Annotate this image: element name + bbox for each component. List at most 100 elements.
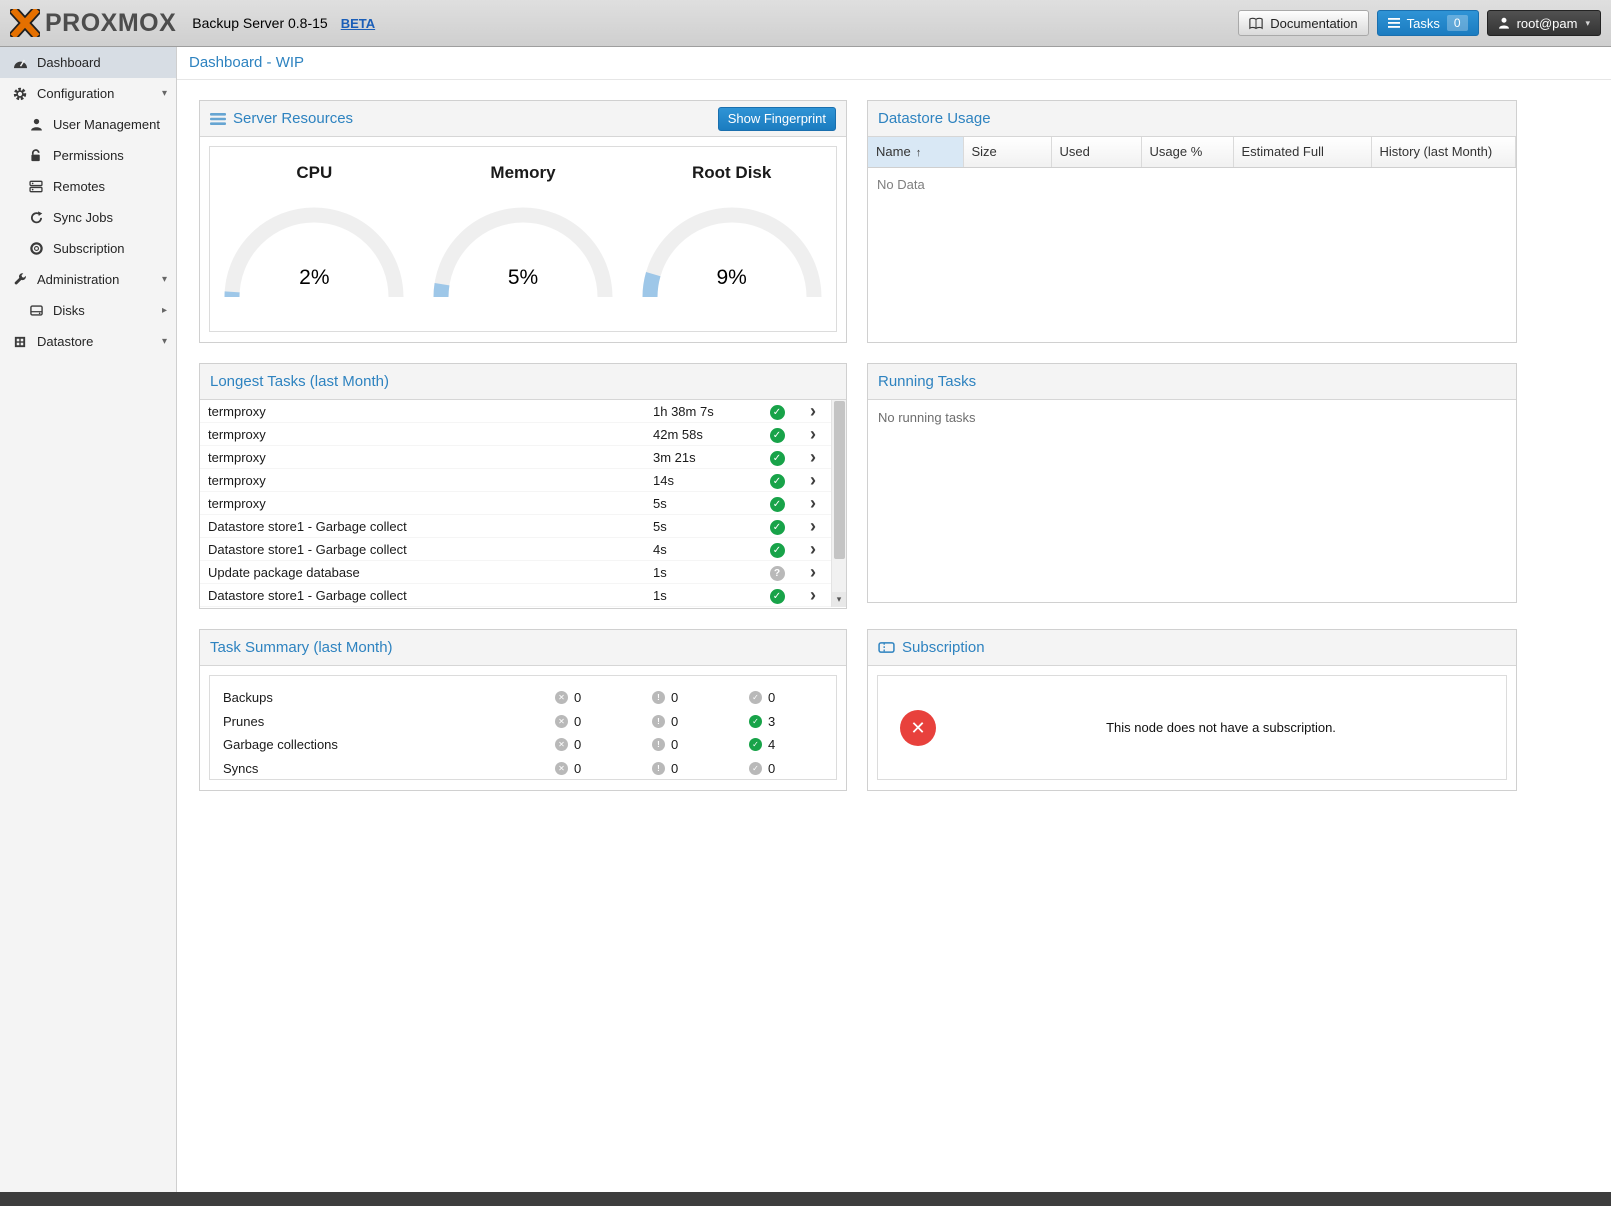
user-menu-button[interactable]: root@pam ▾ bbox=[1487, 10, 1601, 36]
task-row[interactable]: Datastore store1 - Garbage collect 1s ✓ … bbox=[200, 584, 831, 607]
gauge-arc: 9% bbox=[637, 201, 827, 303]
chevron-right-icon[interactable]: › bbox=[795, 540, 831, 558]
gauges-container: CPU 2% Memory bbox=[209, 146, 837, 332]
chevron-down-icon[interactable]: ▾ bbox=[162, 88, 167, 99]
error-icon: ✕ bbox=[555, 691, 568, 704]
sidebar-item-dashboard[interactable]: Dashboard bbox=[0, 47, 176, 78]
sidebar-item-label: Administration bbox=[37, 272, 153, 287]
datastore-usage-body: Name↑ Size Used Usage % Estimated Full H… bbox=[868, 137, 1516, 341]
sidebar-item-permissions[interactable]: Permissions bbox=[0, 140, 176, 171]
chevron-down-icon[interactable]: ▾ bbox=[162, 274, 167, 285]
column-header-estimated-full[interactable]: Estimated Full bbox=[1233, 137, 1371, 167]
sidebar-item-subscription[interactable]: Subscription bbox=[0, 233, 176, 264]
chevron-right-icon[interactable]: › bbox=[795, 471, 831, 489]
chevron-right-icon[interactable]: ▸ bbox=[162, 305, 167, 316]
sidebar-item-sync-jobs[interactable]: Sync Jobs bbox=[0, 202, 176, 233]
datastore-usage-table: Name↑ Size Used Usage % Estimated Full H… bbox=[868, 137, 1516, 168]
panel-title: Longest Tasks (last Month) bbox=[210, 373, 389, 390]
documentation-button[interactable]: Documentation bbox=[1238, 10, 1368, 36]
show-fingerprint-button[interactable]: Show Fingerprint bbox=[718, 107, 836, 131]
user-label: root@pam bbox=[1517, 16, 1578, 31]
ok-icon: ✓ bbox=[770, 543, 785, 558]
sidebar-item-user-management[interactable]: User Management bbox=[0, 109, 176, 140]
documentation-label: Documentation bbox=[1270, 16, 1357, 31]
summary-row[interactable]: Syncs ✕0 !0 ✓0 bbox=[223, 757, 836, 781]
task-row[interactable]: Datastore store1 - Garbage collect 5s ✓ … bbox=[200, 515, 831, 538]
sort-asc-icon: ↑ bbox=[916, 147, 922, 159]
task-duration: 1s bbox=[653, 588, 759, 603]
task-row[interactable]: termproxy 3m 21s ✓ › bbox=[200, 446, 831, 469]
task-name: termproxy bbox=[200, 450, 653, 465]
chevron-down-icon: ▾ bbox=[1585, 18, 1590, 29]
ok-icon: ✓ bbox=[770, 474, 785, 489]
column-header-usage-pct[interactable]: Usage % bbox=[1141, 137, 1233, 167]
task-row[interactable]: termproxy 5s ✓ › bbox=[200, 492, 831, 515]
ok-icon: ✓ bbox=[749, 715, 762, 728]
task-duration: 1h 38m 7s bbox=[653, 404, 759, 419]
panel-title: Running Tasks bbox=[878, 373, 976, 390]
sidebar-item-remotes[interactable]: Remotes bbox=[0, 171, 176, 202]
book-icon bbox=[1249, 17, 1263, 30]
sidebar-item-configuration[interactable]: Configuration ▾ bbox=[0, 78, 176, 109]
server-resources-header: Server Resources Show Fingerprint bbox=[200, 101, 846, 137]
proxmox-x-icon bbox=[10, 9, 40, 37]
summary-label: Garbage collections bbox=[223, 737, 555, 752]
panel-title: Task Summary (last Month) bbox=[210, 639, 393, 656]
task-row[interactable]: Datastore store1 - Garbage collect 4s ✓ … bbox=[200, 538, 831, 561]
error-count: 0 bbox=[574, 737, 581, 752]
chevron-right-icon[interactable]: › bbox=[795, 586, 831, 604]
task-row[interactable]: termproxy 42m 58s ✓ › bbox=[200, 423, 831, 446]
sidebar-item-administration[interactable]: Administration ▾ bbox=[0, 264, 176, 295]
ticket-icon bbox=[878, 641, 895, 654]
column-header-size[interactable]: Size bbox=[963, 137, 1051, 167]
chevron-down-icon[interactable]: ▾ bbox=[162, 336, 167, 347]
scrollbar-down-arrow[interactable]: ▾ bbox=[832, 592, 846, 607]
warning-stat: !0 bbox=[652, 737, 749, 752]
chevron-right-icon[interactable]: › bbox=[795, 448, 831, 466]
proxmox-logo: PROXMOX bbox=[10, 9, 176, 38]
ok-icon: ✓ bbox=[749, 691, 762, 704]
sidebar-item-disks[interactable]: Disks ▸ bbox=[0, 295, 176, 326]
column-header-used[interactable]: Used bbox=[1051, 137, 1141, 167]
server-resources-body: CPU 2% Memory bbox=[200, 137, 846, 341]
user-icon bbox=[28, 118, 44, 131]
column-header-name[interactable]: Name↑ bbox=[868, 137, 963, 167]
chevron-right-icon[interactable]: › bbox=[795, 402, 831, 420]
wrench-icon bbox=[12, 273, 28, 286]
scrollbar-thumb[interactable] bbox=[834, 401, 845, 559]
error-count: 0 bbox=[574, 714, 581, 729]
summary-row[interactable]: Backups ✕0 !0 ✓0 bbox=[223, 686, 836, 710]
chevron-right-icon[interactable]: › bbox=[795, 425, 831, 443]
panel-title: Datastore Usage bbox=[878, 110, 991, 127]
chevron-right-icon[interactable]: › bbox=[795, 517, 831, 535]
error-stat: ✕0 bbox=[555, 761, 652, 776]
logo-text: PROXMOX bbox=[45, 9, 176, 38]
error-stat: ✕0 bbox=[555, 714, 652, 729]
task-row[interactable]: termproxy 1h 38m 7s ✓ › bbox=[200, 400, 831, 423]
task-row[interactable]: Update package database 1s ? › bbox=[200, 561, 831, 584]
sidebar-item-datastore[interactable]: Datastore ▾ bbox=[0, 326, 176, 357]
gauge-value-label: 9% bbox=[637, 266, 827, 290]
summary-row[interactable]: Prunes ✕0 !0 ✓3 bbox=[223, 710, 836, 734]
no-subscription-icon: ✕ bbox=[900, 710, 936, 746]
task-duration: 5s bbox=[653, 496, 759, 511]
warning-icon: ! bbox=[652, 691, 665, 704]
sidebar-item-label: Disks bbox=[53, 303, 153, 318]
gauge-label: CPU bbox=[296, 163, 332, 183]
column-header-history[interactable]: History (last Month) bbox=[1371, 137, 1516, 167]
chevron-right-icon[interactable]: › bbox=[795, 563, 831, 581]
datastore-icon bbox=[12, 336, 28, 348]
error-icon: ✕ bbox=[555, 715, 568, 728]
summary-row[interactable]: Garbage collections ✕0 !0 ✓4 bbox=[223, 733, 836, 757]
beta-link[interactable]: BETA bbox=[341, 16, 375, 31]
chevron-right-icon[interactable]: › bbox=[795, 494, 831, 512]
task-row[interactable]: termproxy 14s ✓ › bbox=[200, 469, 831, 492]
user-icon bbox=[1498, 17, 1510, 29]
gauge-label: Memory bbox=[490, 163, 555, 183]
vertical-scrollbar[interactable]: ▾ bbox=[831, 400, 846, 607]
task-name: termproxy bbox=[200, 404, 653, 419]
longest-tasks-header: Longest Tasks (last Month) bbox=[200, 364, 846, 400]
task-duration: 14s bbox=[653, 473, 759, 488]
tasks-button[interactable]: Tasks 0 bbox=[1377, 10, 1479, 36]
task-duration: 3m 21s bbox=[653, 450, 759, 465]
